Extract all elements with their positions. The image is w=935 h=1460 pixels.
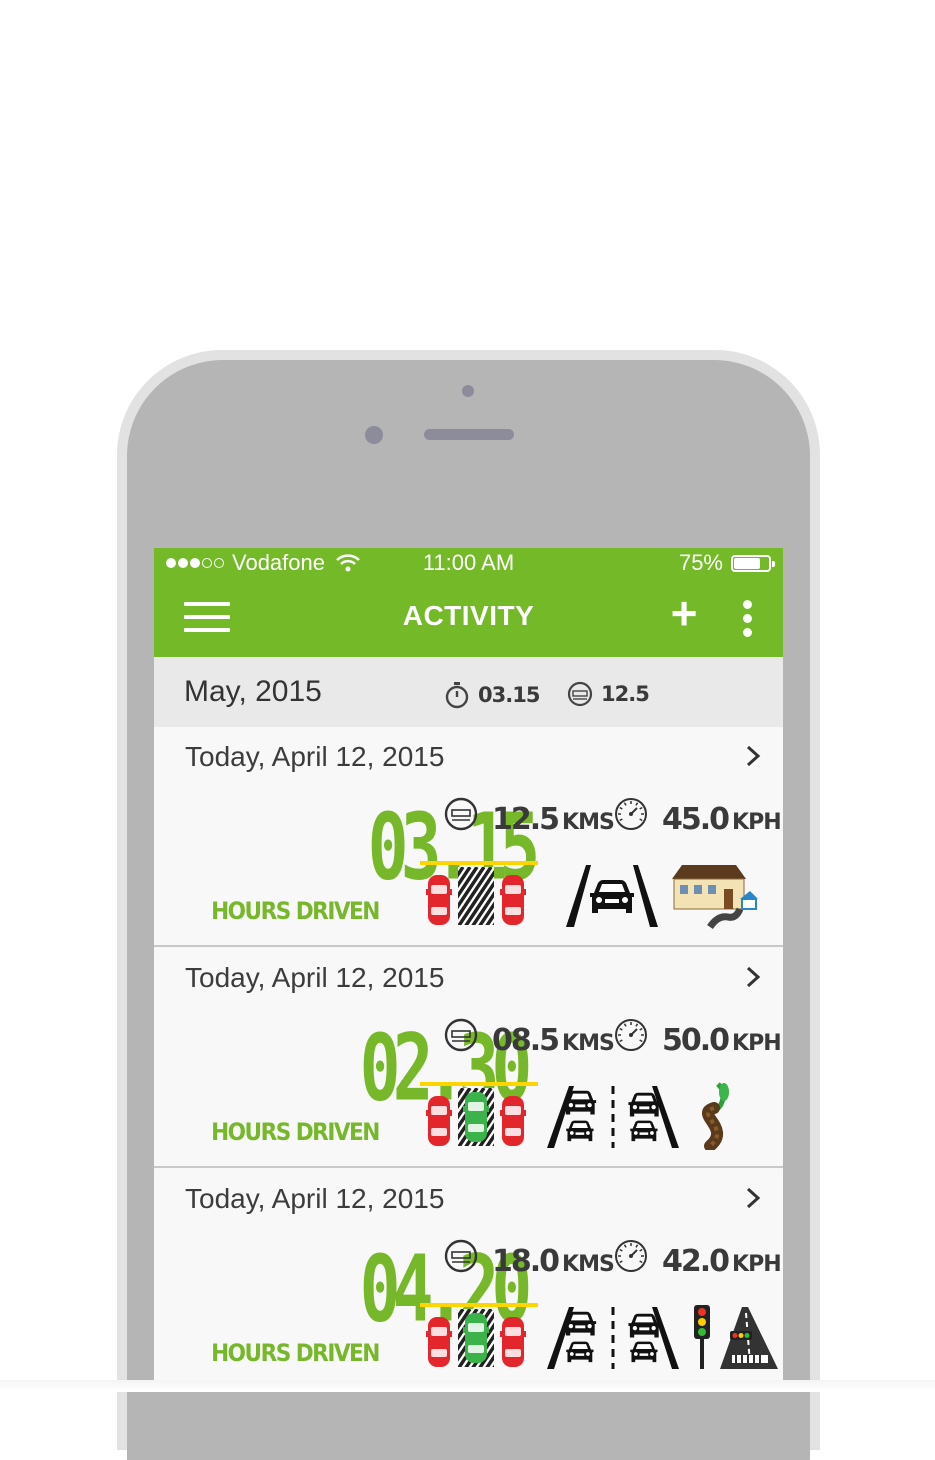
activity-date: Today, April 12, 2015 [185, 1183, 445, 1214]
hours-driven-label: HOURS DRIVEN [211, 1339, 380, 1367]
two-lane-road-icon [547, 1086, 679, 1148]
speedometer-icon [615, 798, 647, 830]
activity-card[interactable]: Today, April 12, 2015 03.15 HOURS DRIVEN… [154, 727, 783, 947]
speed-value: 42.0 [662, 1244, 730, 1279]
distance-unit: KMS [562, 1252, 615, 1277]
summary-hours: 03.15 [478, 683, 540, 707]
status-bar: Vodafone 11:00 AM 75% [154, 548, 783, 578]
distance-value: 18.0 [492, 1244, 560, 1279]
parking-icon [420, 1303, 538, 1367]
stopwatch-icon [445, 682, 469, 709]
earpiece-speaker [424, 429, 514, 440]
more-options-icon[interactable] [739, 600, 755, 642]
two-lane-road-icon [547, 1307, 679, 1369]
winding-road-icon [702, 1082, 729, 1152]
sensor-dot [462, 385, 474, 397]
battery-percent: 75% [678, 550, 723, 575]
speed-unit: KPH [732, 1252, 782, 1277]
speed-value: 45.0 [662, 802, 730, 837]
speed-unit: KPH [732, 810, 782, 835]
speed-value: 50.0 [662, 1023, 730, 1058]
single-lane-road-icon [566, 865, 658, 927]
page-bottom-fade [0, 1380, 935, 1392]
battery-icon [731, 554, 775, 572]
front-camera [365, 426, 383, 444]
odometer-icon [444, 1018, 478, 1052]
distance-unit: KMS [562, 810, 615, 835]
odometer-icon [444, 1239, 478, 1273]
app-screen: Vodafone 11:00 AM 75% ACTIVITY + May, 20… [154, 548, 783, 1392]
chevron-right-icon[interactable] [744, 745, 762, 767]
add-activity-button[interactable]: + [666, 590, 702, 636]
distance-value: 08.5 [492, 1023, 560, 1058]
month-summary: May, 2015 03.15 12.5 [154, 657, 783, 727]
distance-value: 12.5 [492, 802, 560, 837]
app-bar: ACTIVITY + [154, 578, 783, 657]
chevron-right-icon[interactable] [744, 1187, 762, 1209]
distance-unit: KMS [562, 1031, 615, 1056]
summary-distance: 12.5 [601, 682, 650, 706]
odometer-icon [444, 797, 478, 831]
speed-unit: KPH [732, 1031, 782, 1056]
chevron-right-icon[interactable] [744, 966, 762, 988]
residential-house-icon [672, 865, 758, 930]
activity-date: Today, April 12, 2015 [185, 962, 445, 993]
parking-icon [420, 861, 538, 925]
odometer-icon [567, 681, 593, 707]
hours-driven-label: HOURS DRIVEN [211, 1118, 380, 1146]
traffic-light-crossing-icon [694, 1305, 778, 1369]
hours-driven-label: HOURS DRIVEN [211, 897, 380, 925]
month-label: May, 2015 [184, 675, 322, 708]
parking-icon [420, 1082, 538, 1146]
speedometer-icon [615, 1240, 647, 1272]
activity-card[interactable]: Today, April 12, 2015 02.30 HOURS DRIVEN… [154, 948, 783, 1168]
activity-card[interactable]: Today, April 12, 2015 04.20 HOURS DRIVEN… [154, 1169, 783, 1389]
activity-date: Today, April 12, 2015 [185, 741, 445, 772]
speedometer-icon [615, 1019, 647, 1051]
